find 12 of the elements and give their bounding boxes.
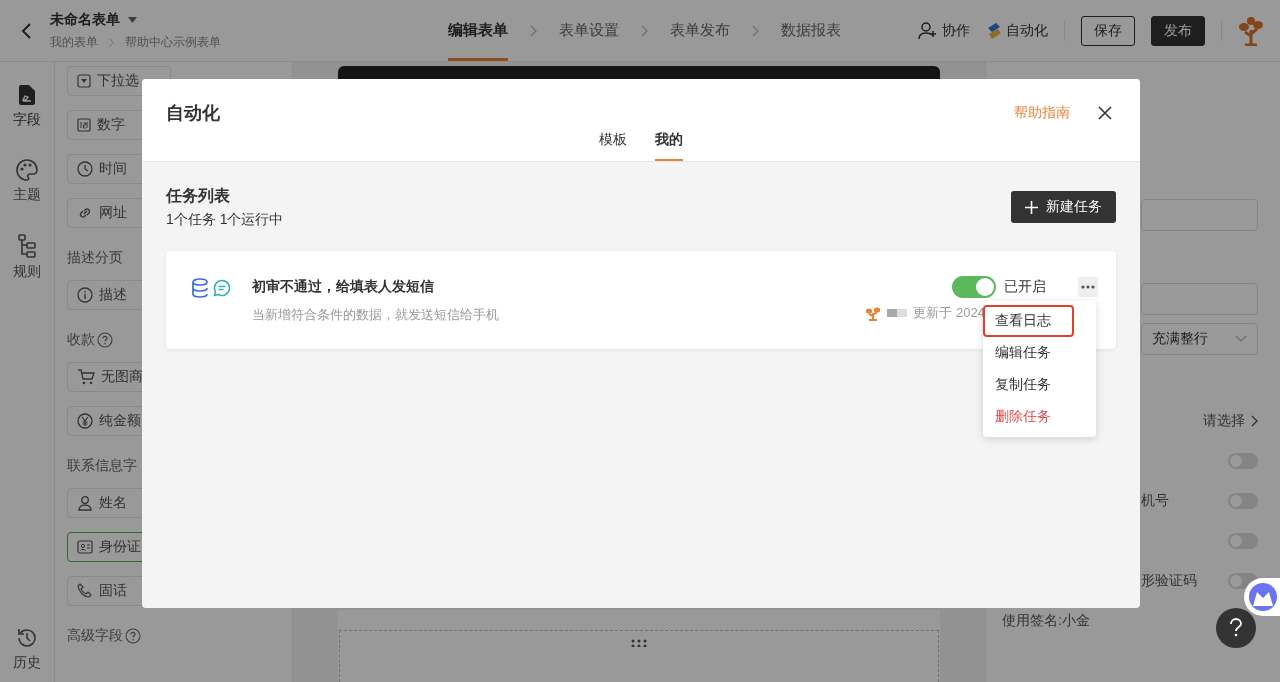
task-title: 初审不通过，给填表人发短信: [252, 278, 435, 296]
form-title: 未命名表单: [50, 10, 120, 29]
updated-time: 更新于 2024: [913, 304, 985, 322]
section-heading: 高级字段: [67, 627, 123, 645]
setting-label: 机号: [1141, 492, 1169, 510]
section-heading: 联系信息字: [67, 457, 137, 475]
signature-label: 使用签名:小金: [1002, 612, 1090, 630]
section-heading: 描述分页: [67, 249, 123, 267]
task-description: 当新增符合条件的数据，就发送短信给手机: [252, 306, 499, 324]
section-heading: 收款: [67, 331, 95, 349]
setting-label: 形验证码: [1141, 572, 1197, 590]
status-label: 已开启: [1004, 278, 1046, 296]
